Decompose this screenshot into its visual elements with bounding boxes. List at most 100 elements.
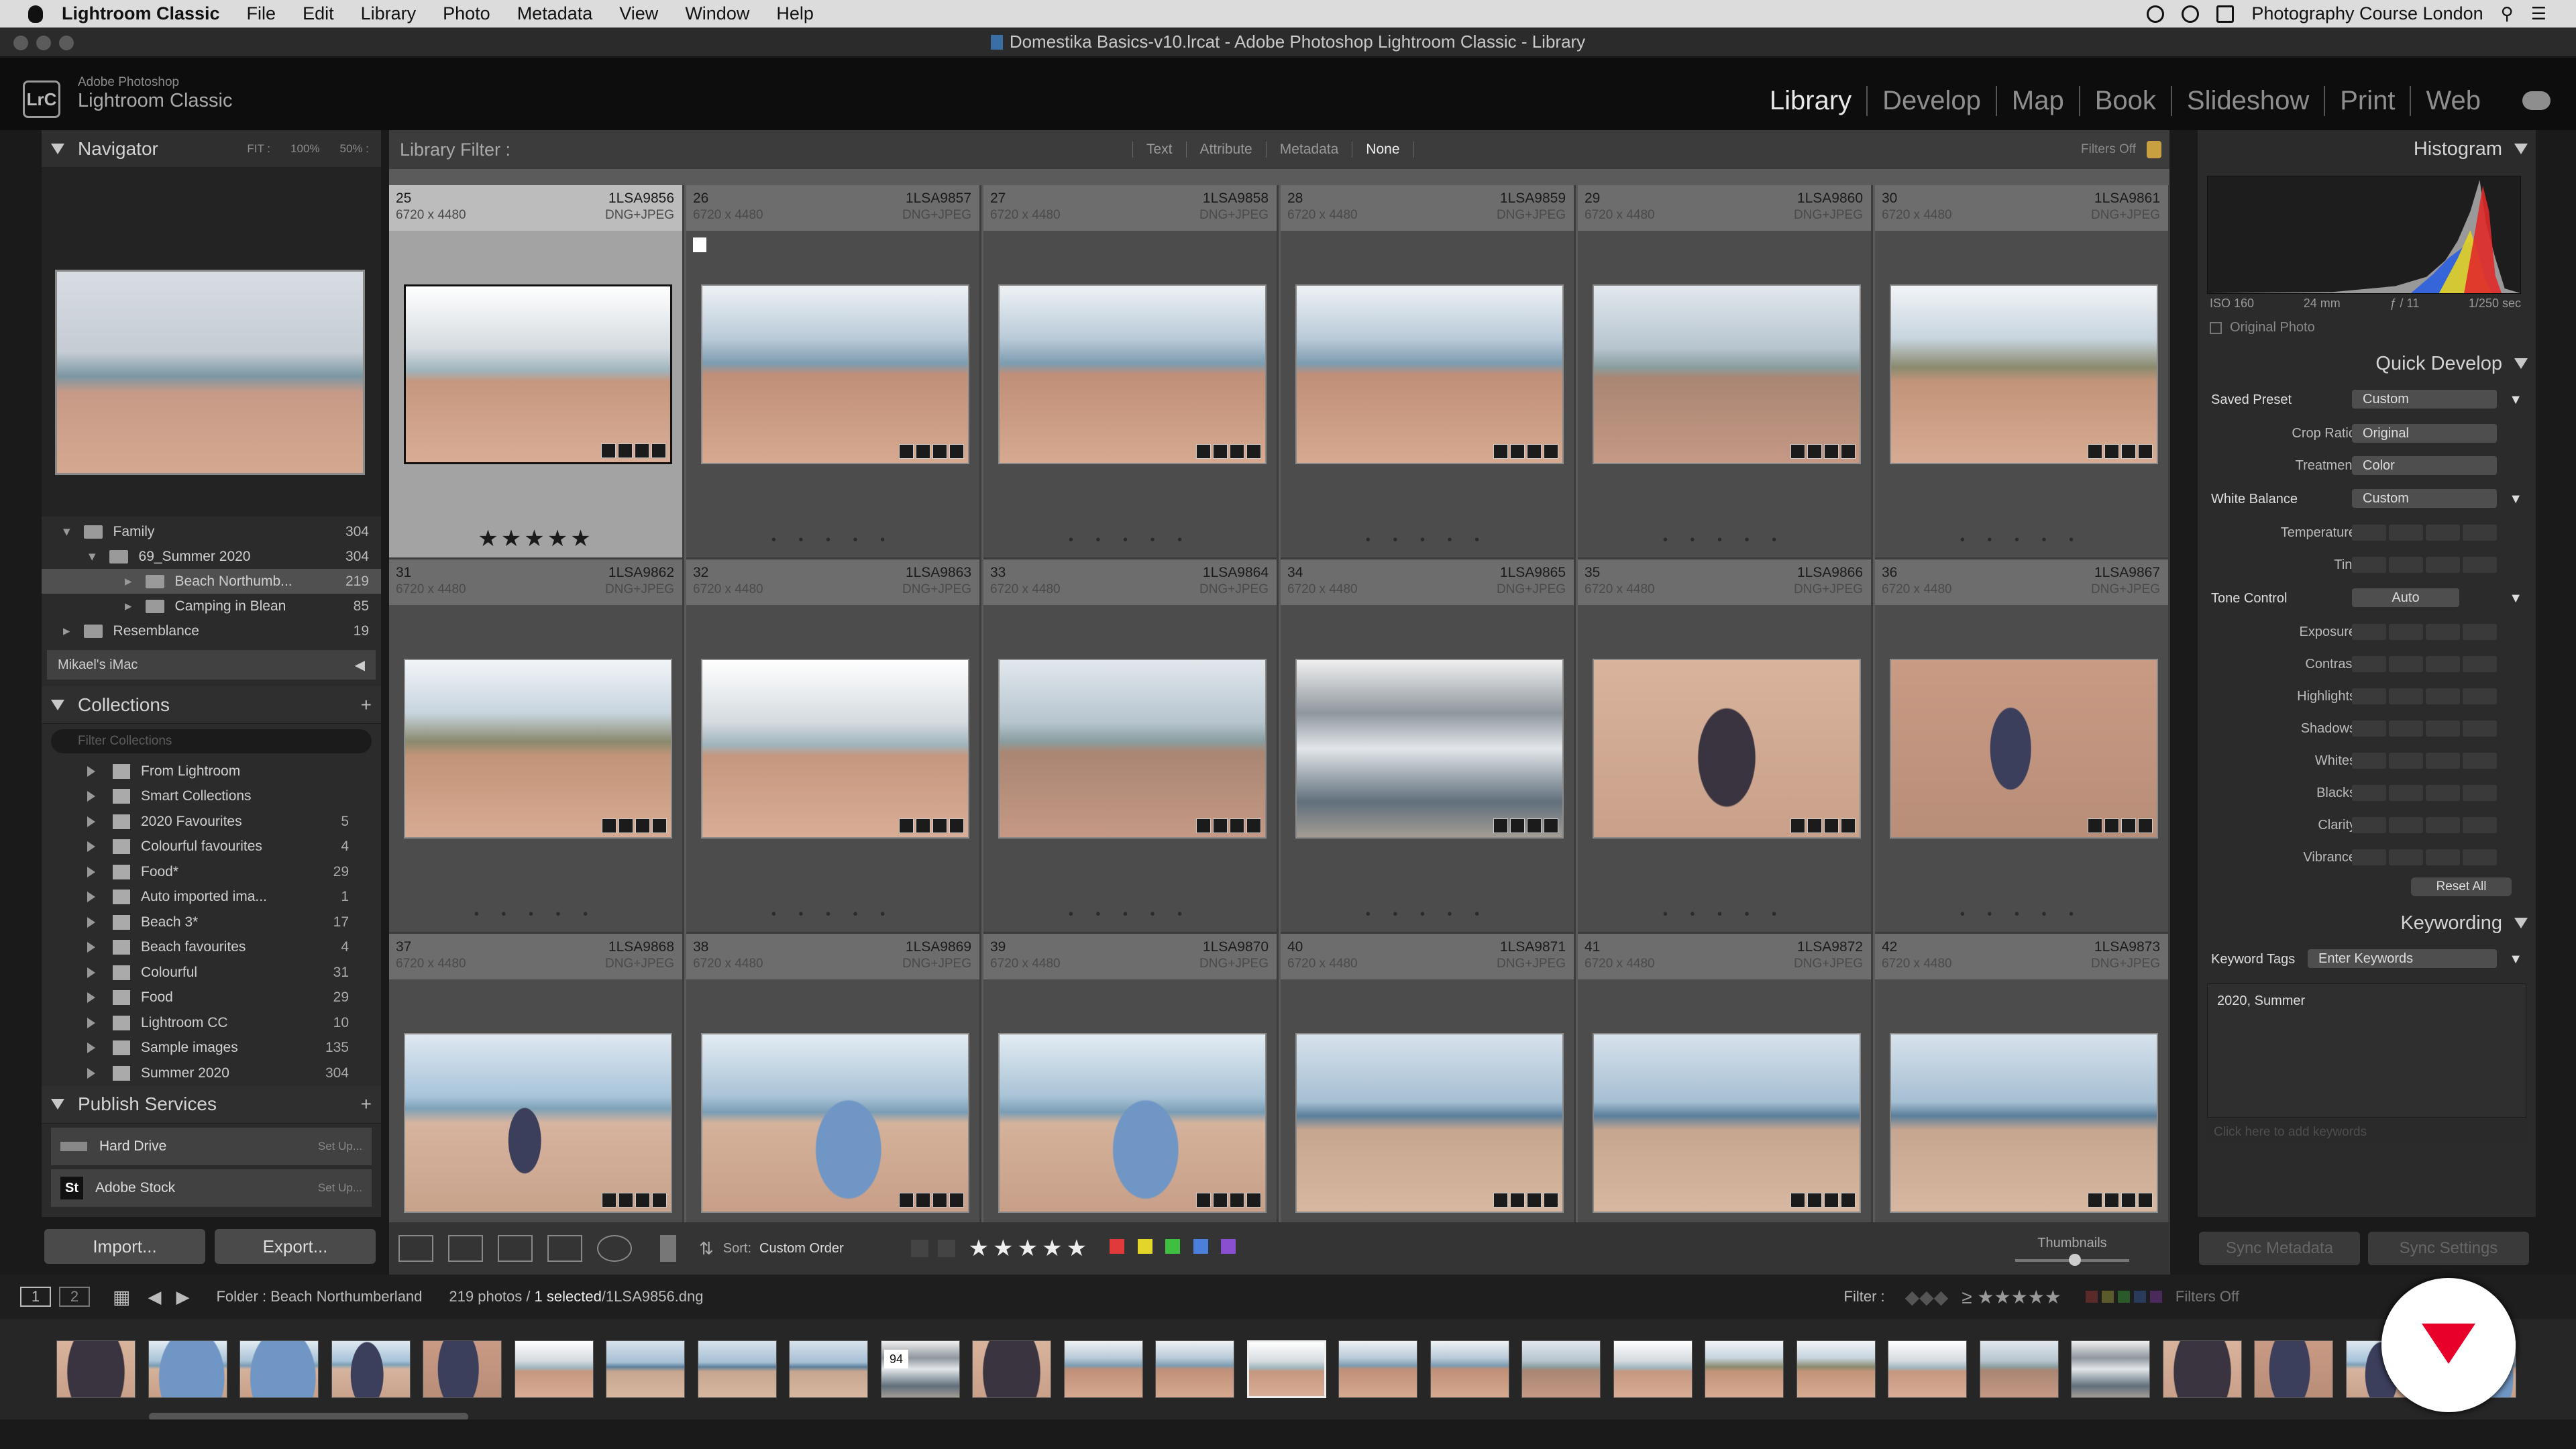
cell-rating-dots[interactable]: • • • • • [1281, 907, 1574, 922]
filmstrip-thumbnail[interactable] [2162, 1340, 2242, 1398]
module-library[interactable]: Library [1755, 86, 1868, 116]
collection-row[interactable]: Summer 2020 304 [42, 1061, 381, 1086]
original-photo-checkbox[interactable] [2210, 321, 2222, 334]
add-keywords-input[interactable]: Click here to add keywords [2207, 1122, 2526, 1143]
folder-resemblance[interactable]: ▸ Resemblance 19 [42, 619, 381, 643]
color-label-green[interactable] [1165, 1239, 1181, 1254]
back-arrow-icon[interactable]: ◀ [148, 1287, 161, 1307]
filmstrip-thumbnail[interactable] [1613, 1340, 1693, 1398]
photo-thumbnail[interactable] [701, 1033, 969, 1213]
filmstrip-thumbnail[interactable] [972, 1340, 1051, 1398]
vibrance-buttons[interactable] [2352, 849, 2497, 865]
window-2-button[interactable]: 2 [59, 1287, 90, 1307]
rating-stars[interactable]: ★★★★★ [969, 1235, 1091, 1262]
close-window-button[interactable] [13, 36, 28, 50]
collection-row[interactable]: Colourful 31 [42, 960, 381, 985]
filmstrip-thumbnail[interactable] [1705, 1340, 1784, 1398]
contrast-buttons[interactable] [2352, 656, 2497, 672]
collection-row[interactable]: Food* 29 [42, 859, 381, 885]
cell-rating-dots[interactable]: • • • • • [1875, 907, 2168, 922]
expand-icon[interactable] [87, 841, 95, 853]
photo-thumbnail[interactable] [701, 659, 969, 839]
grid-cell[interactable]: 25 6720 x 4480 1LSA9856 DNG+JPEG ★★★★★ [389, 185, 684, 559]
expand-icon[interactable]: ▸ [63, 623, 70, 639]
grid-cell[interactable]: 26 6720 x 4480 1LSA9857 DNG+JPEG • • • • • [686, 185, 981, 559]
expand-icon[interactable] [87, 791, 95, 802]
collapse-triangle-icon[interactable] [2514, 918, 2528, 928]
menu-view[interactable]: View [619, 3, 658, 24]
forward-arrow-icon[interactable]: ▶ [176, 1287, 189, 1307]
expand-icon[interactable] [87, 866, 95, 877]
navigator-header[interactable]: Navigator FIT : 100% 50% : [42, 130, 381, 168]
collapse-triangle-icon[interactable] [51, 143, 64, 154]
source-folder[interactable]: Folder : Beach Northumberland [216, 1288, 422, 1305]
import-button[interactable]: Import... [44, 1229, 205, 1264]
survey-view-icon[interactable] [547, 1235, 582, 1262]
color-label-red[interactable] [1110, 1239, 1125, 1254]
photo-thumbnail[interactable] [1295, 284, 1564, 464]
grid-cell[interactable]: 29 6720 x 4480 1LSA9860 DNG+JPEG • • • • • [1578, 185, 1873, 559]
module-map[interactable]: Map [1997, 86, 2080, 116]
filmstrip-thumbnail[interactable] [606, 1340, 685, 1398]
filmstrip-thumbnail[interactable] [1979, 1340, 2059, 1398]
filmstrip-thumbnail[interactable] [56, 1340, 136, 1398]
grid-cell[interactable]: 27 6720 x 4480 1LSA9858 DNG+JPEG • • • • • [983, 185, 1279, 559]
thumbnail-size-slider[interactable] [2015, 1253, 2129, 1266]
cell-rating-dots[interactable]: • • • • • [1578, 907, 1871, 922]
color-label-blue[interactable] [1193, 1239, 1208, 1254]
filmstrip-thumbnail[interactable] [1155, 1340, 1234, 1398]
app-menu[interactable]: Lightroom Classic [62, 3, 220, 24]
module-develop[interactable]: Develop [1868, 86, 1997, 116]
filter-tab-none[interactable]: None [1352, 142, 1414, 158]
menubar-user-label[interactable]: Photography Course London [2251, 3, 2483, 24]
collections-header[interactable]: Collections + [42, 686, 381, 724]
control-center-icon[interactable]: ☰ [2531, 3, 2546, 24]
menu-photo[interactable]: Photo [443, 3, 490, 24]
color-label-purple[interactable] [1221, 1239, 1236, 1254]
photo-thumbnail[interactable] [1890, 1033, 2158, 1213]
navigator-image[interactable] [55, 270, 365, 475]
grid-cell[interactable]: 34 6720 x 4480 1LSA9865 DNG+JPEG • • • • • [1281, 559, 1576, 934]
sync-metadata-button[interactable]: Sync Metadata [2199, 1232, 2360, 1265]
collection-row[interactable]: Beach favourites 4 [42, 935, 381, 961]
expand-icon[interactable] [87, 916, 95, 928]
collection-row[interactable]: From Lightroom [42, 759, 381, 784]
cell-rating-dots[interactable]: • • • • • [686, 533, 979, 548]
shadows-buttons[interactable] [2352, 720, 2497, 737]
collection-row[interactable]: Lightroom CC 10 [42, 1010, 381, 1036]
filter-tab-metadata[interactable]: Metadata [1265, 142, 1352, 158]
volume-row[interactable]: Mikael's iMac ◀ [47, 650, 376, 680]
grid-cell[interactable]: 35 6720 x 4480 1LSA9866 DNG+JPEG • • • • • [1578, 559, 1873, 934]
menu-help[interactable]: Help [776, 3, 814, 24]
collapse-triangle-icon[interactable] [2514, 358, 2528, 369]
compare-view-icon[interactable] [498, 1235, 533, 1262]
flag-pick-icon[interactable] [910, 1240, 928, 1257]
grid-cell[interactable]: 30 6720 x 4480 1LSA9861 DNG+JPEG • • • • • [1875, 185, 2170, 559]
grid-cell[interactable]: 33 6720 x 4480 1LSA9864 DNG+JPEG • • • • • [983, 559, 1279, 934]
menu-library[interactable]: Library [361, 3, 417, 24]
expand-icon[interactable] [87, 765, 95, 777]
whites-buttons[interactable] [2352, 753, 2497, 769]
quick-develop-header[interactable]: Quick Develop [2198, 345, 2536, 382]
filmstrip-thumbnail[interactable] [148, 1340, 227, 1398]
spray-can-icon[interactable] [660, 1235, 676, 1262]
cell-rating-stars[interactable]: ★★★★★ [389, 525, 682, 552]
expand-icon[interactable] [87, 892, 95, 903]
grid-icon[interactable]: ▦ [113, 1286, 130, 1308]
expand-icon[interactable]: ▾ [63, 523, 70, 540]
cell-rating-dots[interactable]: • • • • • [983, 907, 1277, 922]
folder-beach[interactable]: ▸ Beach Northumb... 219 [42, 569, 381, 594]
module-web[interactable]: Web [2411, 86, 2496, 116]
expand-icon[interactable] [87, 1067, 95, 1079]
collections-search-input[interactable]: Filter Collections [51, 729, 372, 753]
collection-row[interactable]: Smart Collections [42, 784, 381, 810]
volume-toggle-icon[interactable]: ◀ [355, 657, 365, 674]
keywording-header[interactable]: Keywording [2198, 904, 2536, 942]
folder-family[interactable]: ▾ Family 304 [42, 519, 381, 544]
collection-row[interactable]: 2020 Favourites 5 [42, 809, 381, 835]
apple-icon[interactable] [28, 5, 43, 23]
people-view-icon[interactable] [597, 1235, 632, 1262]
filter-color-swatches[interactable] [2085, 1291, 2162, 1303]
filmstrip-thumbnail[interactable] [331, 1340, 411, 1398]
publish-setup[interactable]: Set Up... [318, 1140, 362, 1153]
